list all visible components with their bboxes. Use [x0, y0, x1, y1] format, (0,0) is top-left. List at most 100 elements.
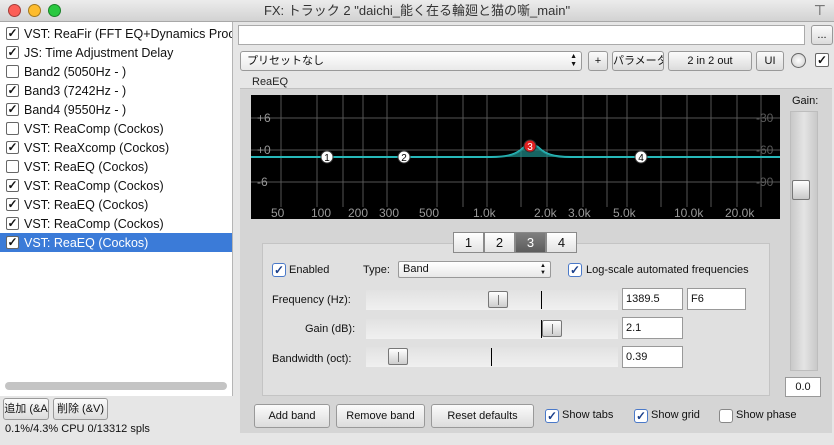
bandwidth-default-mark: [491, 348, 492, 366]
band-type-value: Band: [403, 263, 429, 275]
frequency-default-mark: [541, 291, 542, 309]
add-preset-button[interactable]: +: [588, 51, 608, 71]
fx-enable-checkbox[interactable]: ✓: [6, 141, 19, 154]
gain-db-slider[interactable]: [366, 319, 618, 339]
frequency-note-field[interactable]: F6: [687, 288, 746, 310]
ui-button[interactable]: UI: [756, 51, 784, 71]
window-title: FX: トラック 2 "daichi_能く在る輪廻と猫の噺_main": [263, 3, 571, 18]
tab-band-4[interactable]: 4: [546, 232, 577, 253]
tab-band-2[interactable]: 2: [484, 232, 515, 253]
bandwidth-label: Bandwidth (oct):: [272, 353, 352, 365]
freq-label: 10.0k: [674, 206, 704, 219]
band-node-label: 2: [401, 153, 407, 164]
gain-db-value-field[interactable]: 2.1: [622, 317, 683, 339]
fx-list-scrollbar[interactable]: [5, 382, 227, 390]
frequency-label: Frequency (Hz):: [272, 294, 351, 306]
fx-item[interactable]: ✓ VST: ReaEQ (Cockos): [0, 195, 232, 214]
remove-band-button[interactable]: Remove band: [336, 404, 425, 428]
frequency-slider-thumb[interactable]: [488, 291, 508, 308]
show-grid-label: Show grid: [651, 409, 700, 421]
gain-value-field[interactable]: 0.0: [785, 377, 821, 397]
gain-db-label: Gain (dB):: [305, 323, 356, 335]
bandwidth-value-field[interactable]: 0.39: [622, 346, 683, 368]
gain-slider-thumb[interactable]: [792, 180, 810, 200]
fx-item-label: VST: ReaComp (Cockos): [24, 178, 164, 193]
db-label: -6: [257, 175, 268, 189]
fx-item[interactable]: ✓ Band3 (7242Hz - ): [0, 81, 232, 100]
add-band-button[interactable]: Add band: [254, 404, 330, 428]
fx-enable-checkbox[interactable]: ✓: [6, 236, 19, 249]
fx-enable-checkbox[interactable]: ✓: [6, 46, 19, 59]
tab-band-1[interactable]: 1: [453, 232, 484, 253]
preset-dropdown[interactable]: プリセットなし ▲ ▼: [240, 51, 582, 71]
fx-item-label: VST: ReaComp (Cockos): [24, 121, 164, 136]
more-button[interactable]: ...: [811, 25, 833, 45]
db-label: +0: [257, 143, 271, 157]
add-fx-button[interactable]: 追加 (&A: [3, 398, 49, 420]
cpu-status: 0.1%/4.3% CPU 0/13312 spls: [5, 423, 150, 435]
fx-item-label: Band2 (5050Hz - ): [24, 64, 127, 79]
io-routing-button[interactable]: 2 in 2 out: [668, 51, 752, 71]
fx-enable-checkbox[interactable]: ✓: [6, 84, 19, 97]
fx-chain-list[interactable]: ✓ VST: ReaFir (FFT EQ+Dynamics Proc ✓ JS: T…: [0, 22, 233, 396]
fx-item[interactable]: ✓ VST: ReaEQ (Cockos): [0, 233, 232, 252]
fx-enable-checkbox[interactable]: [6, 122, 19, 135]
fx-item[interactable]: VST: ReaEQ (Cockos): [0, 157, 232, 176]
eq-graph[interactable]: +6 +0 -6 -30 -60 -90 50 100 200 300 500 1.0k 2.0k 3…: [251, 95, 780, 220]
fx-item[interactable]: ✓ Band4 (9550Hz - ): [0, 100, 232, 119]
params-button[interactable]: パラメータ: [612, 51, 664, 71]
band-type-dropdown[interactable]: Band ▲ ▼: [398, 261, 551, 278]
fx-enable-checkbox[interactable]: ✓: [6, 217, 19, 230]
band-node-label: 3: [527, 142, 533, 153]
dropdown-arrows-icon: ▲ ▼: [540, 263, 546, 276]
fx-enable-checkbox[interactable]: [6, 160, 19, 173]
phase-label: -60: [756, 143, 774, 157]
show-grid-checkbox[interactable]: ✓: [634, 409, 648, 423]
gain-db-slider-thumb[interactable]: [542, 320, 562, 337]
show-tabs-checkbox[interactable]: ✓: [545, 409, 559, 423]
band-node-label: 1: [324, 153, 330, 164]
fx-item[interactable]: ✓ VST: ReaComp (Cockos): [0, 176, 232, 195]
phase-label: -90: [756, 175, 774, 189]
freq-label: 100: [311, 206, 331, 219]
bandwidth-slider-thumb[interactable]: [388, 348, 408, 365]
eq-graph-svg: +6 +0 -6 -30 -60 -90 50 100 200 300 500 1.0k 2.0k 3…: [251, 95, 780, 220]
log-scale-checkbox[interactable]: ✓: [568, 263, 582, 277]
freq-label: 3.0k: [568, 206, 592, 219]
show-phase-checkbox[interactable]: [719, 409, 733, 423]
band-node-label: 4: [638, 153, 644, 164]
fx-item[interactable]: ✓ VST: ReaFir (FFT EQ+Dynamics Proc: [0, 24, 232, 43]
fx-item-label: VST: ReaEQ (Cockos): [24, 159, 149, 174]
fx-item[interactable]: ✓ VST: ReaComp (Cockos): [0, 214, 232, 233]
delete-fx-button[interactable]: 削除 (&V): [53, 398, 108, 420]
freq-label: 1.0k: [473, 206, 497, 219]
wet-knob[interactable]: [791, 53, 806, 68]
show-phase-label: Show phase: [736, 409, 797, 421]
plugin-name: ReaEQ: [252, 76, 289, 88]
fx-item-label: VST: ReaEQ (Cockos): [24, 235, 149, 250]
freq-label: 500: [419, 206, 439, 219]
reset-defaults-button[interactable]: Reset defaults: [431, 404, 534, 428]
gain-label: Gain:: [792, 95, 819, 107]
gain-slider[interactable]: [790, 111, 818, 371]
fx-item-label: Band3 (7242Hz - ): [24, 83, 127, 98]
fx-item[interactable]: VST: ReaComp (Cockos): [0, 119, 232, 138]
fx-item[interactable]: Band2 (5050Hz - ): [0, 62, 232, 81]
fx-enable-checkbox[interactable]: ✓: [6, 27, 19, 40]
tab-band-3[interactable]: 3: [515, 232, 546, 253]
fx-name-field[interactable]: [238, 25, 805, 45]
fx-item[interactable]: ✓ VST: ReaXcomp (Cockos): [0, 138, 232, 157]
fx-enable-checkbox[interactable]: ✓: [6, 179, 19, 192]
enabled-checkbox[interactable]: ✓: [272, 263, 286, 277]
fx-item-label: VST: ReaComp (Cockos): [24, 216, 164, 231]
enabled-label: Enabled: [289, 264, 330, 276]
freq-label: 5.0k: [613, 206, 637, 219]
bypass-checkbox[interactable]: ✓: [815, 53, 829, 67]
fx-item[interactable]: ✓ JS: Time Adjustment Delay: [0, 43, 232, 62]
fx-enable-checkbox[interactable]: ✓: [6, 198, 19, 211]
fx-enable-checkbox[interactable]: ✓: [6, 103, 19, 116]
freq-label: 50: [271, 206, 285, 219]
frequency-value-field[interactable]: 1389.5: [622, 288, 683, 310]
fx-enable-checkbox[interactable]: [6, 65, 19, 78]
pin-icon[interactable]: ⊤: [814, 2, 826, 19]
